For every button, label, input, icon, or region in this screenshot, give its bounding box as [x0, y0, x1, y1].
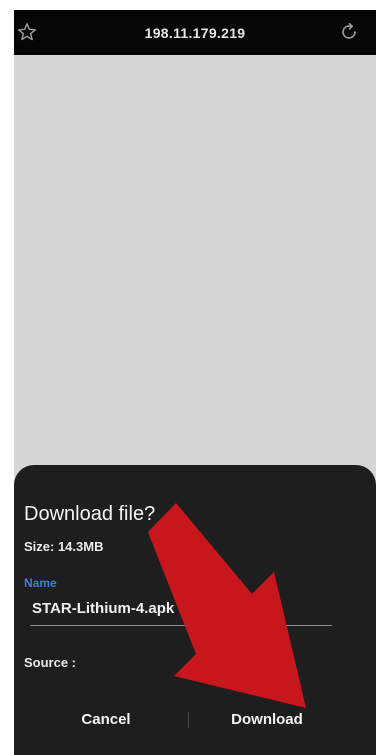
file-name-field[interactable]: STAR-Lithium-4.apk — [30, 595, 332, 626]
address-bar-url[interactable]: 198.11.179.219 — [145, 25, 246, 41]
file-name-value: STAR-Lithium-4.apk — [32, 600, 175, 617]
download-button[interactable]: Download — [214, 703, 320, 735]
button-divider — [188, 712, 189, 728]
phone-screen: 198.11.179.219 Download file? Size: 14.3… — [14, 10, 376, 755]
refresh-icon[interactable] — [338, 21, 360, 43]
source-text: Source : — [24, 655, 77, 670]
star-icon[interactable] — [16, 21, 38, 43]
cancel-button[interactable]: Cancel — [54, 703, 158, 735]
name-field-label: Name — [24, 576, 57, 590]
file-size-text: Size: 14.3MB — [24, 539, 104, 554]
dialog-title: Download file? — [24, 503, 156, 525]
browser-toolbar: 198.11.179.219 — [14, 10, 376, 55]
screenshot-frame: 198.11.179.219 Download file? Size: 14.3… — [0, 0, 378, 755]
download-dialog: Download file? Size: 14.3MB Name STAR-Li… — [14, 465, 376, 755]
